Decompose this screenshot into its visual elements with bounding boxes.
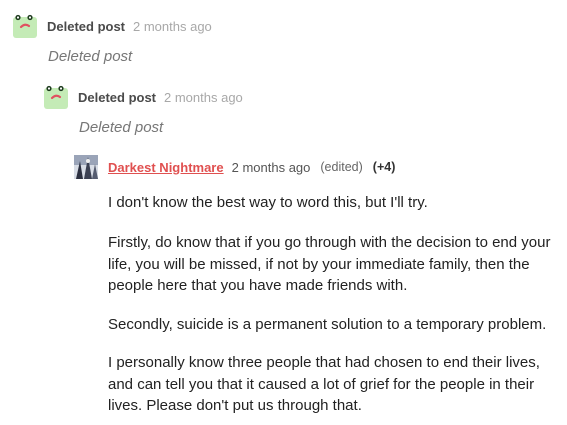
- score-badge: (+4): [372, 160, 396, 174]
- comment-body: Deleted post: [79, 119, 164, 136]
- comment-paragraph: Secondly, suicide is a permanent solutio…: [108, 316, 547, 333]
- comment-header: Deleted post 2 months ago: [44, 85, 243, 109]
- comment-timestamp[interactable]: 2 months ago: [232, 160, 311, 175]
- comment-paragraph: I personally know three people that had …: [108, 354, 540, 414]
- user-avatar-icon[interactable]: [74, 155, 98, 179]
- comment-author[interactable]: Deleted post: [78, 90, 156, 105]
- comment-body: Deleted post: [48, 48, 133, 65]
- comment-author[interactable]: Deleted post: [47, 19, 125, 34]
- comment-header: Deleted post 2 months ago: [13, 14, 212, 38]
- comment-author-link[interactable]: Darkest Nightmare: [108, 160, 224, 175]
- comment-paragraph: I don't know the best way to word this, …: [108, 194, 428, 211]
- comment-timestamp[interactable]: 2 months ago: [133, 19, 212, 34]
- edited-label: (edited): [320, 160, 363, 174]
- frog-avatar-icon[interactable]: [13, 14, 37, 38]
- comment-timestamp[interactable]: 2 months ago: [164, 90, 243, 105]
- comment-header: Darkest Nightmare 2 months ago (edited) …: [74, 155, 395, 179]
- comment-paragraph: Firstly, do know that if you go through …: [108, 234, 551, 294]
- frog-avatar-icon[interactable]: [44, 85, 68, 109]
